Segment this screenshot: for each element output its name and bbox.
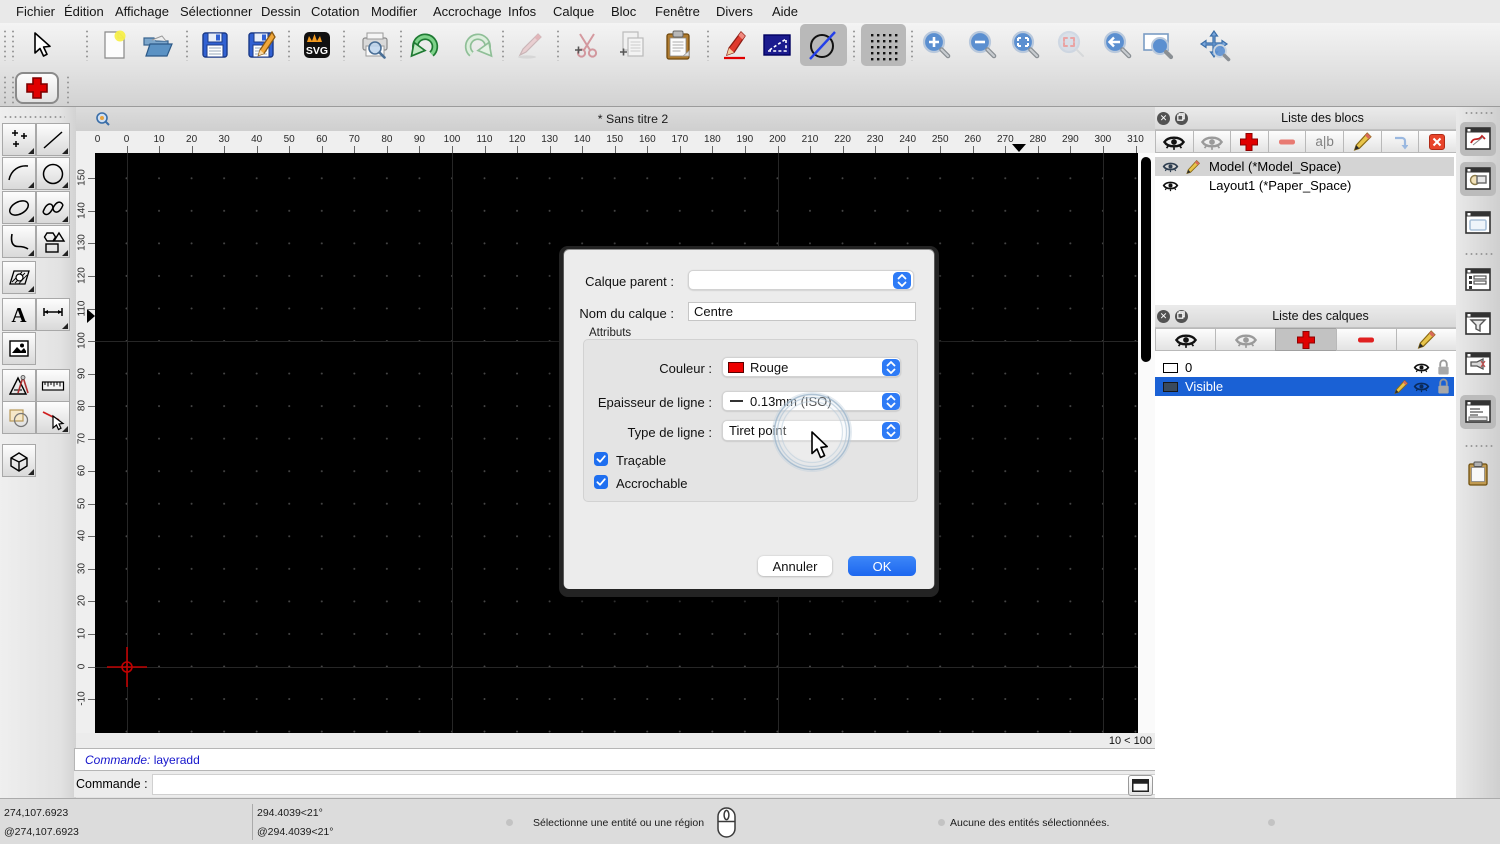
svg-text:A: A	[11, 303, 27, 327]
svg-text:SVG: SVG	[306, 45, 328, 57]
